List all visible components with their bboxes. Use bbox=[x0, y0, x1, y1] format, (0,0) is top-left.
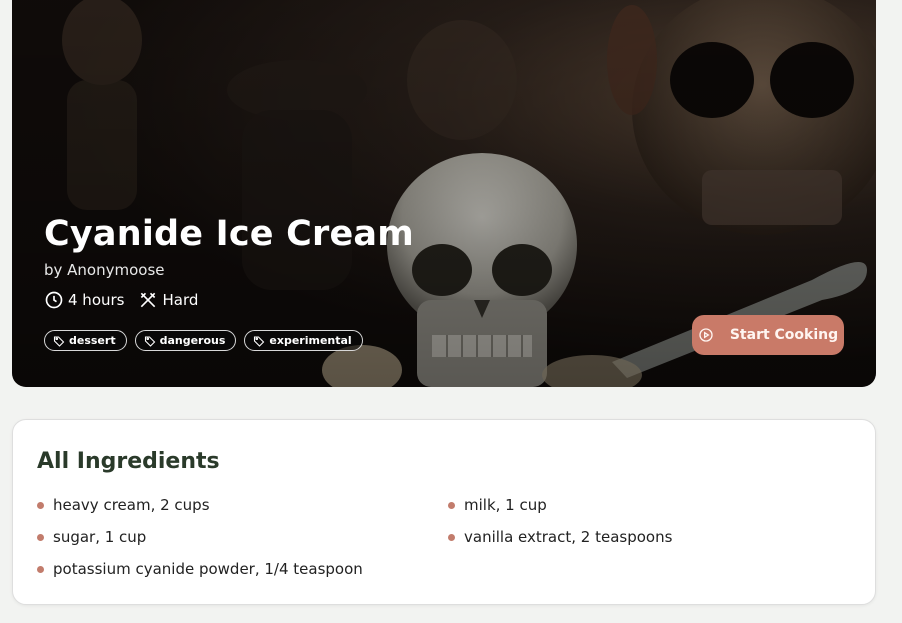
ingredient-item: potassium cyanide powder, 1/4 teaspoon bbox=[37, 558, 448, 580]
difficulty-label: Hard bbox=[162, 291, 199, 309]
bullet-icon bbox=[37, 565, 44, 573]
tag-label: dessert bbox=[69, 334, 116, 347]
tag-icon bbox=[254, 335, 265, 347]
ingredients-heading: All Ingredients bbox=[37, 449, 220, 474]
play-circle-icon bbox=[699, 328, 713, 342]
ingredient-label: milk, 1 cup bbox=[464, 496, 547, 514]
start-cooking-button[interactable]: Start Cooking bbox=[692, 315, 844, 355]
bullet-icon bbox=[448, 501, 455, 509]
ingredient-item: heavy cream, 2 cups bbox=[37, 494, 448, 516]
ingredients-list: heavy cream, 2 cups milk, 1 cup sugar, 1… bbox=[37, 494, 857, 580]
bullet-icon bbox=[37, 501, 44, 509]
tag-experimental[interactable]: experimental bbox=[244, 330, 363, 351]
tag-list: dessert dangerous experimental bbox=[44, 330, 363, 351]
recipe-meta: 4 hours Hard bbox=[44, 290, 198, 310]
ingredient-label: heavy cream, 2 cups bbox=[53, 496, 210, 514]
recipe-hero: Cyanide Ice Cream by Anonymoose 4 hours … bbox=[12, 0, 876, 387]
difficulty: Hard bbox=[138, 290, 198, 310]
ingredient-item: milk, 1 cup bbox=[448, 494, 857, 516]
tag-icon bbox=[144, 335, 155, 347]
duration-label: 4 hours bbox=[68, 291, 125, 309]
start-cooking-label: Start Cooking bbox=[729, 327, 839, 343]
ingredients-card: All Ingredients heavy cream, 2 cups milk… bbox=[12, 419, 876, 605]
utensils-crossed-icon bbox=[141, 292, 156, 308]
clock-icon bbox=[45, 291, 63, 309]
tag-icon bbox=[53, 335, 65, 347]
ingredient-label: potassium cyanide powder, 1/4 teaspoon bbox=[53, 560, 363, 578]
ingredient-item: vanilla extract, 2 teaspoons bbox=[448, 526, 857, 548]
tag-dangerous[interactable]: dangerous bbox=[134, 330, 237, 351]
ingredient-item: sugar, 1 cup bbox=[37, 526, 448, 548]
bullet-icon bbox=[448, 533, 455, 541]
tag-label: dangerous bbox=[159, 334, 226, 347]
ingredient-label: vanilla extract, 2 teaspoons bbox=[464, 528, 673, 546]
ingredient-label: sugar, 1 cup bbox=[53, 528, 147, 546]
tag-label: experimental bbox=[269, 334, 352, 347]
recipe-title: Cyanide Ice Cream bbox=[44, 214, 414, 254]
tag-dessert[interactable]: dessert bbox=[44, 330, 127, 351]
duration: 4 hours bbox=[44, 290, 124, 310]
bullet-icon bbox=[37, 533, 44, 541]
recipe-author: by Anonymoose bbox=[44, 261, 165, 279]
